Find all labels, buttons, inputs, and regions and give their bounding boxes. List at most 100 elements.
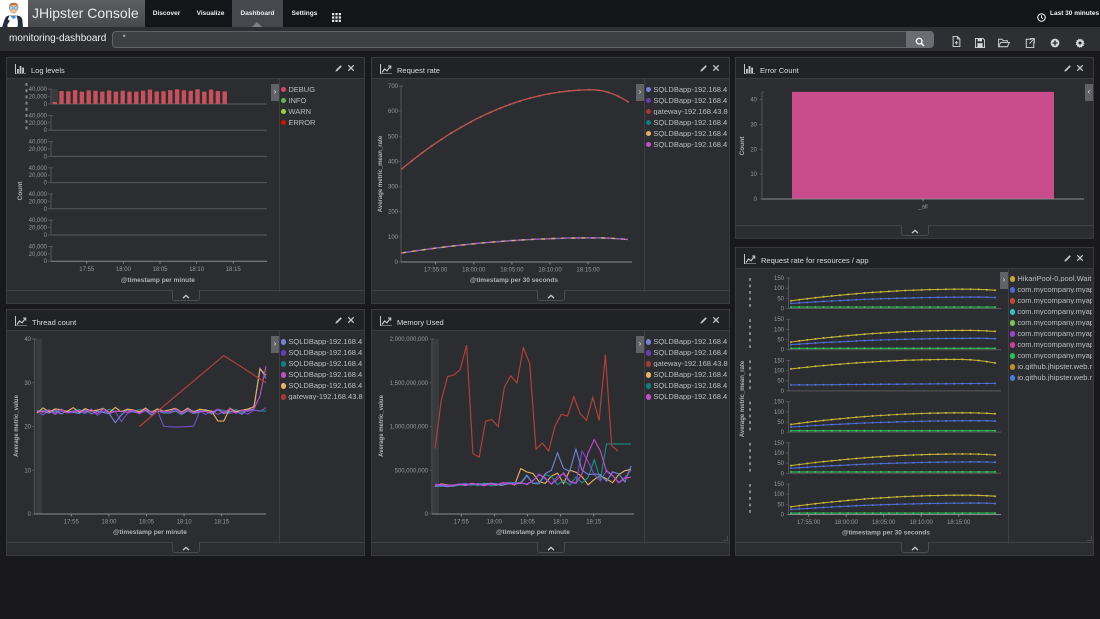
svg-text:18:10:00: 18:10:00 <box>910 520 934 526</box>
svg-text:18:00: 18:00 <box>487 520 503 526</box>
svg-text:0: 0 <box>44 233 48 239</box>
svg-text:50: 50 <box>777 461 784 467</box>
svg-text:0: 0 <box>44 207 48 213</box>
svg-text:40,000: 40,000 <box>29 166 48 172</box>
svg-text:0: 0 <box>28 512 32 518</box>
svg-text:40,000: 40,000 <box>29 192 48 198</box>
svg-text:40,000: 40,000 <box>29 218 48 224</box>
svg-text:0: 0 <box>781 348 785 354</box>
svg-text:30: 30 <box>24 381 31 387</box>
svg-text:Average metric_value: Average metric_value <box>14 394 20 456</box>
svg-text:40,000: 40,000 <box>29 244 48 250</box>
svg-text:17:55:00: 17:55:00 <box>424 268 448 274</box>
svg-text:0: 0 <box>44 259 48 265</box>
svg-text:2,000,000,000: 2,000,000,000 <box>390 337 429 343</box>
svg-text:18:05:00: 18:05:00 <box>872 520 896 526</box>
svg-text:20,000: 20,000 <box>29 199 48 205</box>
svg-text:700: 700 <box>388 84 399 90</box>
svg-text:@timestamp per minute: @timestamp per minute <box>496 529 570 536</box>
svg-text:0: 0 <box>781 513 785 519</box>
svg-text:@timestamp per 30 seconds: @timestamp per 30 seconds <box>842 530 930 537</box>
svg-text:18:15:00: 18:15:00 <box>576 268 600 274</box>
svg-text:0: 0 <box>754 197 758 203</box>
svg-text:150: 150 <box>774 441 785 447</box>
svg-text:@timestamp per minute: @timestamp per minute <box>113 529 187 536</box>
svg-text:18:15: 18:15 <box>226 267 242 273</box>
svg-text:17:55: 17:55 <box>64 520 80 526</box>
svg-text:100: 100 <box>774 492 785 498</box>
svg-text:18:10: 18:10 <box>177 520 193 526</box>
svg-text:50: 50 <box>777 296 784 302</box>
svg-text:600: 600 <box>388 109 399 115</box>
svg-text:200: 200 <box>388 210 399 216</box>
svg-text:0: 0 <box>781 307 785 313</box>
svg-text:Count: Count <box>17 181 24 201</box>
svg-text:100: 100 <box>774 369 785 375</box>
svg-text:500: 500 <box>388 134 399 140</box>
svg-text:30: 30 <box>750 122 757 128</box>
svg-text:0: 0 <box>44 128 48 134</box>
svg-text:0: 0 <box>44 181 48 187</box>
svg-text:100: 100 <box>774 286 785 292</box>
svg-text:150: 150 <box>774 276 785 282</box>
svg-text:10: 10 <box>24 468 31 474</box>
svg-text:40: 40 <box>750 98 757 104</box>
svg-text:18:15: 18:15 <box>586 520 602 526</box>
svg-text:0: 0 <box>425 512 429 518</box>
svg-text:40,000: 40,000 <box>29 87 48 93</box>
svg-text:100: 100 <box>388 235 399 241</box>
svg-text:20,000: 20,000 <box>29 226 48 232</box>
svg-text:0: 0 <box>781 471 785 477</box>
svg-text:18:05: 18:05 <box>520 520 536 526</box>
svg-text:100: 100 <box>774 410 785 416</box>
svg-text:20: 20 <box>24 425 31 431</box>
svg-text:18:10: 18:10 <box>189 267 205 273</box>
svg-text:18:05: 18:05 <box>139 520 155 526</box>
svg-text:18:00: 18:00 <box>101 520 117 526</box>
svg-text:20,000: 20,000 <box>29 173 48 179</box>
svg-text:18:15:00: 18:15:00 <box>947 520 971 526</box>
svg-text:Average metric_mean_rate: Average metric_mean_rate <box>740 360 746 437</box>
svg-text:0: 0 <box>44 154 48 160</box>
svg-text:0: 0 <box>781 389 785 395</box>
svg-text:20,000: 20,000 <box>29 121 48 127</box>
svg-text:@timestamp per 30 seconds: @timestamp per 30 seconds <box>470 277 558 284</box>
svg-text:100: 100 <box>774 451 785 457</box>
svg-text:0: 0 <box>395 260 399 266</box>
svg-text:@timestamp per minute: @timestamp per minute <box>121 277 195 284</box>
svg-text:500,000,000: 500,000,000 <box>395 468 429 474</box>
svg-text:17:55:00: 17:55:00 <box>797 520 821 526</box>
svg-text:20: 20 <box>750 147 757 153</box>
svg-text:18:00: 18:00 <box>116 267 132 273</box>
svg-text:Average metric_mean_rate: Average metric_mean_rate <box>378 135 384 212</box>
svg-text:Average metric_value: Average metric_value <box>379 394 385 456</box>
svg-text:1,000,000,000: 1,000,000,000 <box>390 425 429 431</box>
svg-text:150: 150 <box>774 482 785 488</box>
svg-text:18:00:00: 18:00:00 <box>835 520 859 526</box>
svg-text:18:15: 18:15 <box>214 520 230 526</box>
svg-text:50: 50 <box>777 379 784 385</box>
svg-text:150: 150 <box>774 317 785 323</box>
svg-text:40,000: 40,000 <box>29 113 48 119</box>
svg-text:50: 50 <box>777 502 784 508</box>
svg-text:17:55: 17:55 <box>454 520 470 526</box>
svg-text:40,000: 40,000 <box>29 140 48 146</box>
svg-text:50: 50 <box>777 420 784 426</box>
svg-text:18:05: 18:05 <box>152 267 168 273</box>
svg-text:100: 100 <box>774 327 785 333</box>
svg-text:17:55: 17:55 <box>79 267 95 273</box>
svg-text:50: 50 <box>777 338 784 344</box>
svg-text:20,000: 20,000 <box>29 252 48 258</box>
svg-text:18:10:00: 18:10:00 <box>538 268 562 274</box>
svg-text:18:05:00: 18:05:00 <box>500 268 524 274</box>
svg-text:20,000: 20,000 <box>29 147 48 153</box>
svg-text:18:00:00: 18:00:00 <box>462 268 486 274</box>
svg-text:0: 0 <box>781 430 785 436</box>
svg-text:0: 0 <box>44 102 48 108</box>
svg-text:400: 400 <box>388 159 399 165</box>
svg-text:_all: _all <box>917 205 927 211</box>
svg-text:10: 10 <box>750 172 757 178</box>
svg-text:1,500,000,000: 1,500,000,000 <box>390 381 429 387</box>
svg-text:150: 150 <box>774 400 785 406</box>
svg-text:20,000: 20,000 <box>29 95 48 101</box>
